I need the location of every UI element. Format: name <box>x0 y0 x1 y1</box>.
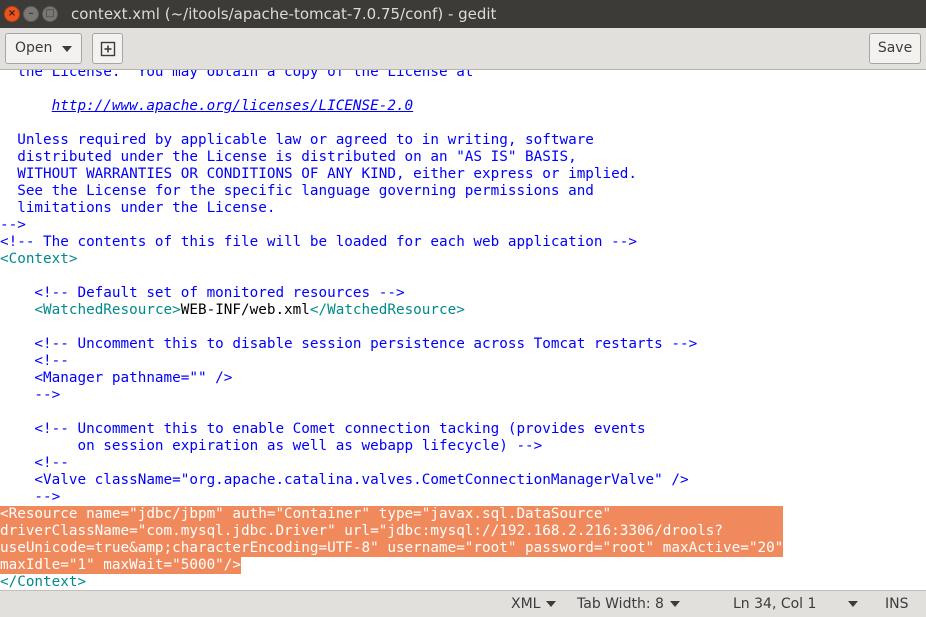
code-line[interactable]: limitations under the License. <box>0 200 783 217</box>
status-bar: XML Tab Width: 8 Ln 34, Col 1 INS <box>0 590 926 617</box>
code-line[interactable]: <!-- <box>0 455 783 472</box>
code-line[interactable]: <!-- <box>0 353 783 370</box>
code-line[interactable]: <!-- Uncomment this to disable session p… <box>0 336 783 353</box>
code-line[interactable] <box>0 268 783 285</box>
code-comment: <!-- The contents of this file will be l… <box>0 234 637 250</box>
selected-text: useUnicode=true&amp;characterEncoding=UT… <box>0 540 784 556</box>
open-button-label: Open <box>15 40 53 56</box>
code-line[interactable]: --> <box>0 387 783 404</box>
code-line[interactable]: WITHOUT WARRANTIES OR CONDITIONS OF ANY … <box>0 166 783 183</box>
selected-text: maxIdle="1" maxWait="5000"/> <box>0 557 242 574</box>
code-comment: <Valve className="org.apache.catalina.va… <box>0 472 689 488</box>
code-line[interactable]: maxIdle="1" maxWait="5000"/> <box>0 557 783 574</box>
code-tag: </WatchedResource> <box>309 302 465 318</box>
code-line[interactable]: useUnicode=true&amp;characterEncoding=UT… <box>0 540 784 557</box>
chevron-down-icon <box>848 601 858 607</box>
code-line[interactable] <box>0 115 783 132</box>
code-comment: Unless required by applicable law or agr… <box>0 132 594 148</box>
code-line[interactable]: <Context> <box>0 251 783 268</box>
code-tag: <WatchedResource> <box>34 302 181 318</box>
code-tag: </Context> <box>0 574 87 590</box>
code-line[interactable]: <WatchedResource>WEB-INF/web.xml</Watche… <box>0 302 783 319</box>
code-comment: <!-- Uncomment this to disable session p… <box>0 336 698 352</box>
code-line[interactable]: Unless required by applicable law or agr… <box>0 132 783 149</box>
chevron-down-icon <box>669 601 680 607</box>
language-selector[interactable]: XML <box>511 591 557 617</box>
code-line[interactable] <box>0 404 783 421</box>
code-line[interactable]: <!-- Uncomment this to enable Comet conn… <box>0 421 783 438</box>
code-comment: <!-- Uncomment this to enable Comet conn… <box>0 421 646 437</box>
language-label: XML <box>511 596 541 612</box>
save-button-label: Save <box>877 40 913 56</box>
code-line[interactable]: See the License for the specific languag… <box>0 183 783 200</box>
save-button[interactable]: Save <box>869 33 921 64</box>
title-bar: × – □ context.xml (~/itools/apache-tomca… <box>0 0 926 28</box>
code-line[interactable]: driverClassName="com.mysql.jdbc.Driver" … <box>0 523 784 540</box>
code-comment: distributed under the License is distrib… <box>0 149 577 165</box>
code-comment: <!-- <box>0 353 69 369</box>
code-comment: limitations under the License. <box>0 200 276 216</box>
code-line[interactable]: <!-- Default set of monitored resources … <box>0 285 783 302</box>
code-line[interactable]: --> <box>0 217 783 234</box>
selected-text: driverClassName="com.mysql.jdbc.Driver" … <box>0 523 724 539</box>
code-comment: <!-- <box>0 455 69 471</box>
code-comment: See the License for the specific languag… <box>0 183 594 199</box>
code-line[interactable]: distributed under the License is distrib… <box>0 149 783 166</box>
close-window-button[interactable]: × <box>4 6 20 22</box>
tab-width-selector[interactable]: Tab Width: 8 <box>577 591 680 617</box>
open-button[interactable]: Open <box>5 33 82 64</box>
code-line[interactable]: <Resource name="jdbc/jbpm" auth="Contain… <box>0 506 784 523</box>
code-line[interactable]: <Manager pathname="" /> <box>0 370 783 387</box>
minimize-icon: – <box>28 8 34 19</box>
header-bar: Open Save <box>0 28 926 70</box>
code-line[interactable]: on session expiration as well as webapp … <box>0 438 783 455</box>
code-comment: --> <box>0 217 26 233</box>
code-line[interactable]: <Valve className="org.apache.catalina.va… <box>0 472 783 489</box>
chevron-down-icon <box>546 601 557 607</box>
position-menu[interactable] <box>842 591 858 617</box>
license-link[interactable]: http://www.apache.org/licenses/LICENSE-2… <box>52 98 414 114</box>
code-line[interactable]: http://www.apache.org/licenses/LICENSE-2… <box>0 98 783 115</box>
selected-text: <Resource name="jdbc/jbpm" auth="Contain… <box>0 506 612 522</box>
code-comment: WITHOUT WARRANTIES OR CONDITIONS OF ANY … <box>0 166 637 182</box>
code-line[interactable]: <!-- The contents of this file will be l… <box>0 234 783 251</box>
code-line[interactable] <box>0 319 783 336</box>
close-icon: × <box>7 8 17 19</box>
window-title: context.xml (~/itools/apache-tomcat-7.0.… <box>71 5 497 23</box>
code-comment: <!-- Default set of monitored resources … <box>0 285 405 301</box>
code-comment: --> <box>0 387 61 403</box>
code-tag: <Context> <box>0 251 78 267</box>
code-line[interactable]: the License. You may obtain a copy of th… <box>0 70 783 81</box>
code-line[interactable]: </Context> <box>0 574 783 590</box>
maximize-window-button[interactable]: □ <box>42 6 58 22</box>
code-comment: <Manager pathname="" /> <box>0 370 233 386</box>
new-document-button[interactable] <box>92 33 123 64</box>
new-tab-icon <box>100 41 116 57</box>
code-line[interactable]: --> <box>0 489 783 506</box>
minimize-window-button[interactable]: – <box>23 6 39 22</box>
code-comment: the License. You may obtain a copy of th… <box>0 70 474 80</box>
chevron-down-icon <box>62 46 72 52</box>
cursor-position[interactable]: Ln 34, Col 1 <box>733 591 816 617</box>
code-comment: on session expiration as well as webapp … <box>0 438 543 454</box>
text-editor[interactable]: the License. You may obtain a copy of th… <box>0 70 926 590</box>
code-view[interactable]: the License. You may obtain a copy of th… <box>0 70 784 590</box>
maximize-icon: □ <box>45 8 55 19</box>
code-line[interactable] <box>0 81 783 98</box>
code-comment: --> <box>0 489 61 505</box>
tab-width-label: Tab Width: 8 <box>577 596 664 612</box>
code-text: WEB-INF/web.xml <box>180 302 310 318</box>
insert-mode[interactable]: INS <box>885 591 909 617</box>
